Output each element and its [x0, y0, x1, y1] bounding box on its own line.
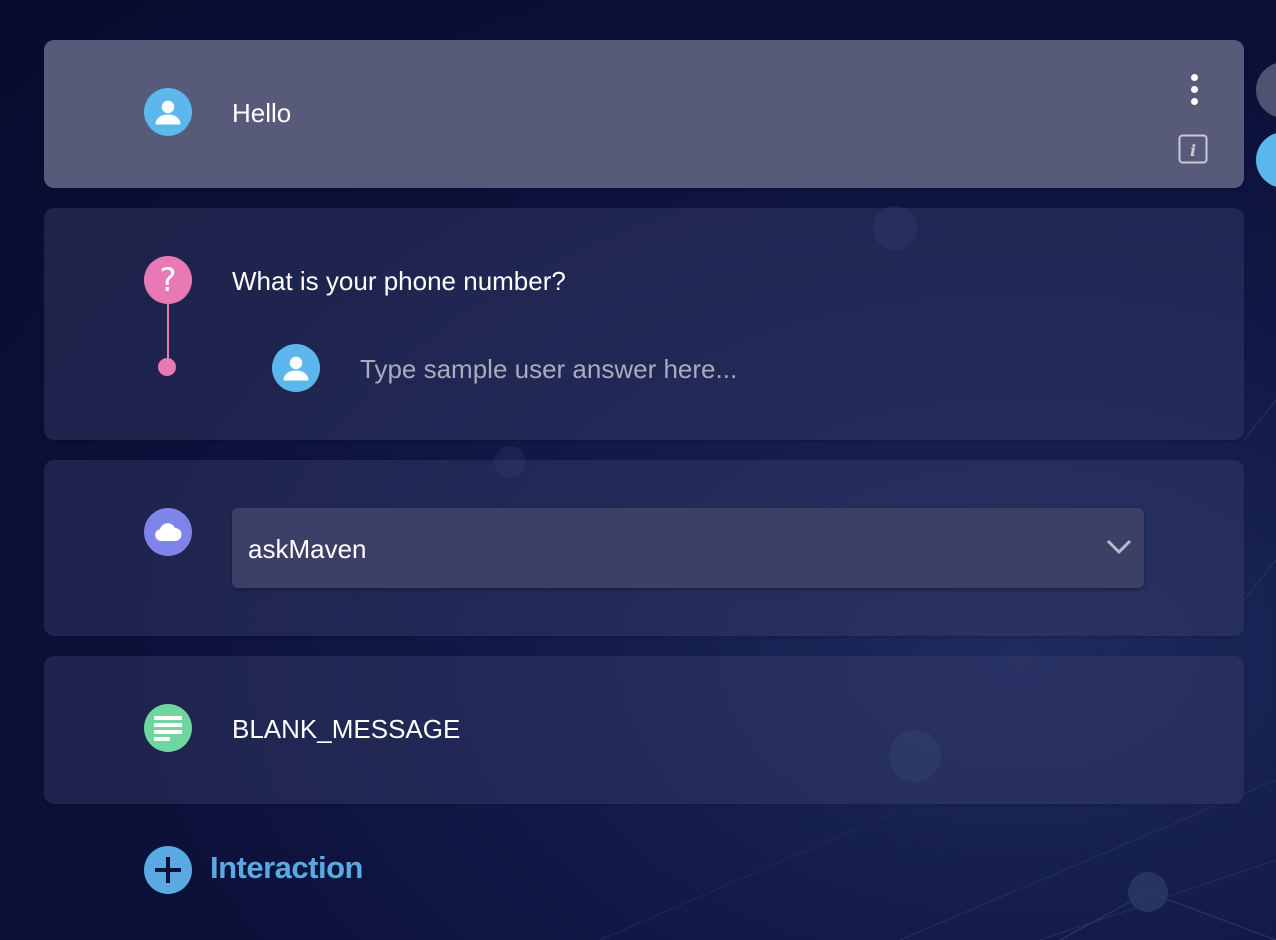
integration-select-value: askMaven [248, 534, 367, 564]
chevron-down-icon[interactable] [1106, 536, 1132, 561]
user-icon [272, 344, 320, 392]
integration-select[interactable]: askMaven [232, 508, 1144, 588]
add-interaction-label[interactable]: Interaction [210, 850, 363, 886]
question-card[interactable]: ? What is your phone number? Type sample… [44, 208, 1244, 440]
plus-icon [155, 857, 181, 883]
question-connector-line [167, 304, 169, 364]
sample-answer-input[interactable]: Type sample user answer here... [360, 354, 737, 385]
svg-text:i: i [1190, 141, 1196, 160]
more-options-icon[interactable] [1184, 74, 1204, 110]
info-icon[interactable]: i [1178, 134, 1208, 164]
integration-card[interactable]: askMaven [44, 460, 1244, 636]
text-message-text[interactable]: BLANK_MESSAGE [232, 714, 460, 745]
text-message-card[interactable]: BLANK_MESSAGE [44, 656, 1244, 804]
question-connector-dot [158, 358, 176, 376]
question-icon: ? [144, 256, 192, 304]
add-interaction-button[interactable] [144, 846, 192, 894]
user-message-card[interactable]: Hello i [44, 40, 1244, 188]
user-message-text[interactable]: Hello [232, 98, 291, 129]
side-chat-button[interactable] [1256, 62, 1276, 118]
svg-text:?: ? [160, 263, 177, 297]
question-text[interactable]: What is your phone number? [232, 266, 566, 297]
cloud-icon [144, 508, 192, 556]
text-lines-icon [144, 704, 192, 752]
user-icon [144, 88, 192, 136]
side-support-button[interactable] [1256, 132, 1276, 188]
